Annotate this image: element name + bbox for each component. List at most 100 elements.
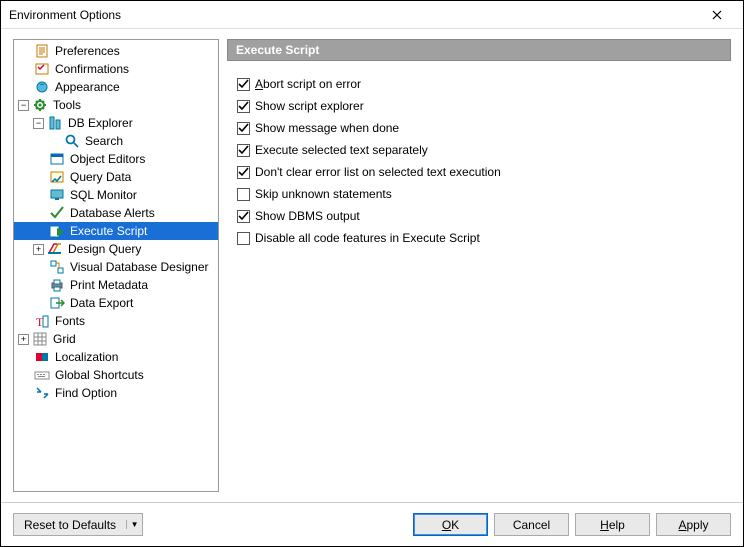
find-icon [34,385,50,401]
help-button[interactable]: Help [575,513,650,536]
option-dont-clear-errors[interactable]: Don't clear error list on selected text … [237,165,721,179]
tree-item-design-query[interactable]: + Design Query [14,240,218,258]
tree-label: Find Option [53,386,119,400]
tree-item-visual-db-designer[interactable]: Visual Database Designer [14,258,218,276]
tree-label: Tools [51,98,83,112]
checkbox[interactable] [237,144,250,157]
tree-item-object-editors[interactable]: Object Editors [14,150,218,168]
tree-item-execute-script[interactable]: Execute Script [14,222,218,240]
option-exec-selected-separately[interactable]: Execute selected text separately [237,143,721,157]
tree-item-print-metadata[interactable]: Print Metadata [14,276,218,294]
tree-item-query-data[interactable]: Query Data [14,168,218,186]
checkbox[interactable] [237,188,250,201]
tree-item-find-option[interactable]: Find Option [14,384,218,402]
tree-item-grid[interactable]: + Grid [14,330,218,348]
close-button[interactable] [697,5,737,25]
checkbox[interactable] [237,166,250,179]
option-label: Don't clear error list on selected text … [255,165,501,179]
option-disable-code-features[interactable]: Disable all code features in Execute Scr… [237,231,721,245]
tree-item-fonts[interactable]: T Fonts [14,312,218,330]
button-bar: Reset to Defaults ▼ OK Cancel Help Apply [1,502,743,546]
option-label: Skip unknown statements [255,187,392,201]
object-editors-icon [49,151,65,167]
collapse-toggle[interactable]: − [18,100,29,111]
query-data-icon [49,169,65,185]
db-explorer-icon [47,115,63,131]
tree-item-database-alerts[interactable]: Database Alerts [14,204,218,222]
tree-label: DB Explorer [66,116,135,130]
printer-icon [49,277,65,293]
tree-item-db-explorer[interactable]: − DB Explorer [14,114,218,132]
design-query-icon [47,241,63,257]
monitor-icon [49,187,65,203]
option-label: Show script explorer [255,99,364,113]
vdb-designer-icon [49,259,65,275]
font-icon: T [34,313,50,329]
tree-label: Execute Script [68,224,149,238]
tree-label: Grid [51,332,78,346]
reset-defaults-label: Reset to Defaults [14,518,126,532]
option-show-script-explorer[interactable]: Show script explorer [237,99,721,113]
chevron-down-icon[interactable]: ▼ [126,520,142,529]
tree-label: Object Editors [68,152,147,166]
tree-label: Preferences [53,44,122,58]
tree-item-localization[interactable]: Localization [14,348,218,366]
tree-item-tools[interactable]: − Tools [14,96,218,114]
tree-item-global-shortcuts[interactable]: Global Shortcuts [14,366,218,384]
cancel-button[interactable]: Cancel [494,513,569,536]
gear-icon [32,97,48,113]
ok-button[interactable]: OK [413,513,488,536]
option-skip-unknown[interactable]: Skip unknown statements [237,187,721,201]
tree-label: Appearance [53,80,122,94]
expand-toggle[interactable]: + [33,244,44,255]
option-abort-on-error[interactable]: Abort script on error [237,77,721,91]
reset-defaults-button[interactable]: Reset to Defaults ▼ [13,513,143,536]
tree-item-appearance[interactable]: Appearance [14,78,218,96]
tree-label: Localization [53,350,120,364]
settings-pane: Execute Script Abort script on error Sho… [227,39,731,492]
grid-icon [32,331,48,347]
apply-button[interactable]: Apply [656,513,731,536]
option-label: Abort script on error [255,77,361,91]
checkbox[interactable] [237,210,250,223]
option-show-message-done[interactable]: Show message when done [237,121,721,135]
tree-label: Global Shortcuts [53,368,146,382]
tree-item-search[interactable]: Search [14,132,218,150]
tree-item-confirmations[interactable]: Confirmations [14,60,218,78]
tree-label: SQL Monitor [68,188,139,202]
localization-icon [34,349,50,365]
keyboard-icon [34,367,50,383]
window-title: Environment Options [9,8,121,22]
panel-header: Execute Script [227,39,731,61]
page-icon [34,43,50,59]
search-icon [64,133,80,149]
tree-item-preferences[interactable]: Preferences [14,42,218,60]
checkbox[interactable] [237,122,250,135]
titlebar: Environment Options [1,1,743,29]
tree-label: Design Query [66,242,143,256]
nav-tree-pane[interactable]: Preferences Confirmations Appearance [13,39,219,492]
collapse-toggle[interactable]: − [33,118,44,129]
tree-label: Database Alerts [68,206,157,220]
tree-label: Search [83,134,125,148]
window-root: Environment Options Preferences [0,0,744,547]
tree-label: Fonts [53,314,87,328]
tree-label: Visual Database Designer [68,260,211,274]
checkbox[interactable] [237,78,250,91]
tree-item-data-export[interactable]: Data Export [14,294,218,312]
tree-label: Query Data [68,170,133,184]
option-show-dbms-output[interactable]: Show DBMS output [237,209,721,223]
option-label: Disable all code features in Execute Scr… [255,231,480,245]
panel-body: Abort script on error Show script explor… [227,61,731,492]
play-icon [49,223,65,239]
confirm-icon [34,61,50,77]
tree-item-sql-monitor[interactable]: SQL Monitor [14,186,218,204]
checkbox[interactable] [237,232,250,245]
checkbox[interactable] [237,100,250,113]
appearance-icon [34,79,50,95]
expand-toggle[interactable]: + [18,334,29,345]
tree-label: Confirmations [53,62,131,76]
nav-tree: Preferences Confirmations Appearance [14,42,218,402]
option-label: Show DBMS output [255,209,360,223]
tree-label: Print Metadata [68,278,150,292]
